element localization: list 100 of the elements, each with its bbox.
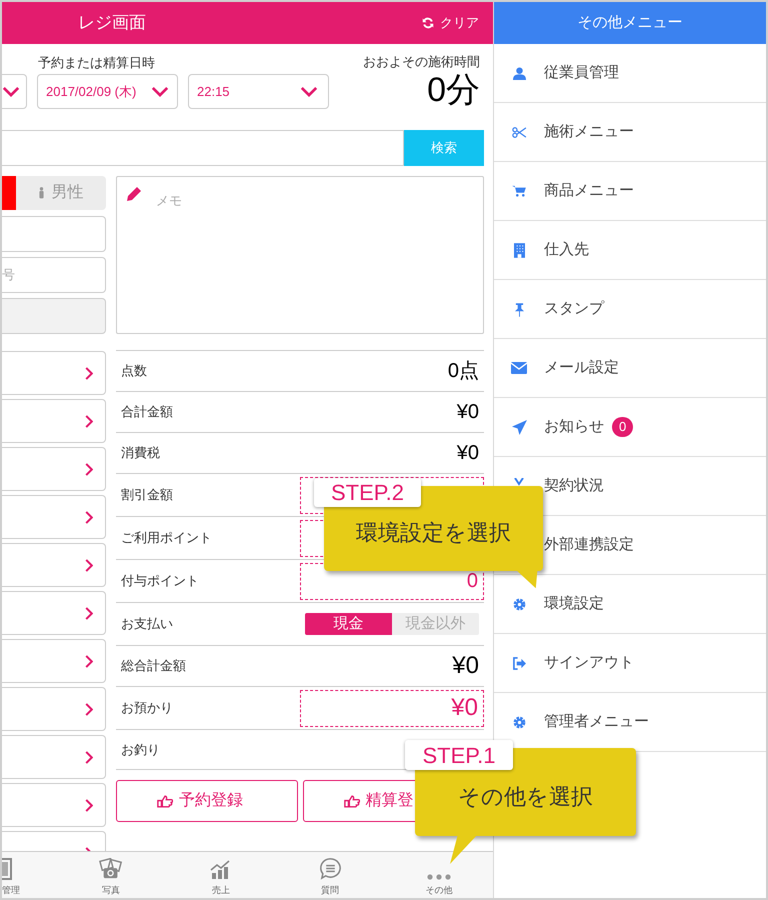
list-row[interactable] [2, 639, 106, 683]
chevron-right-icon [85, 558, 93, 572]
tablet-icon [2, 858, 14, 880]
menu-item-label: 仕入先 [544, 240, 589, 260]
summary-label: 点数 [121, 362, 147, 380]
chevron-right-icon [85, 462, 93, 476]
menu-title: その他メニュー [578, 12, 682, 33]
tab-bar-item[interactable]: 質問 [262, 852, 398, 898]
list-row[interactable] [2, 495, 106, 539]
dropdown-field[interactable] [2, 74, 27, 109]
input-field[interactable] [2, 216, 106, 252]
summary-label: 合計金額 [121, 403, 173, 422]
menu-item[interactable]: お知らせ 0 [494, 398, 766, 457]
summary-value: ¥0 [456, 441, 480, 466]
menu-item-label: 外部連携設定 [544, 534, 634, 555]
menu-item[interactable]: メール設定 [494, 339, 766, 398]
summary-label: 付与ポイント [121, 572, 199, 590]
window-title: レジ画面 [78, 12, 146, 34]
menu-item-label: 契約状況 [544, 476, 604, 496]
refresh-icon [422, 17, 434, 29]
chevron-right-icon [85, 606, 93, 620]
menu-item[interactable]: 従業員管理 [494, 44, 766, 103]
summary-value: ¥0 [456, 400, 480, 425]
date-label: 予約または精算日時 [38, 54, 156, 72]
sign-out-icon [512, 656, 526, 670]
list-row[interactable] [2, 687, 106, 731]
scissors-icon [512, 126, 526, 138]
menu-item-label: 商品メニュー [544, 180, 634, 201]
summary-label: お釣り [121, 740, 160, 759]
chevron-right-icon [85, 510, 93, 524]
step-tooltip: STEP.2 [314, 478, 421, 507]
menu-item-label: サインアウト [544, 652, 634, 673]
action-button[interactable]: 予約登録 [116, 780, 298, 822]
list-row[interactable] [2, 735, 106, 779]
menu-item[interactable]: 仕入先 [494, 221, 766, 280]
duration-label: おおよその施術時間 [363, 53, 480, 71]
cart-icon [512, 185, 526, 197]
tab-bar-item[interactable]: その他 [398, 852, 480, 898]
gear-icon [512, 598, 526, 610]
chevron-down-icon [151, 86, 169, 97]
list-row[interactable] [2, 351, 106, 395]
menu-item-label: 環境設定 [544, 594, 604, 614]
paper-plane-icon [512, 420, 526, 434]
search-field[interactable] [2, 130, 404, 166]
chevron-right-icon [85, 750, 93, 764]
time-dropdown[interactable]: 22:15 [188, 74, 329, 109]
list-row[interactable] [2, 447, 106, 491]
menu-item[interactable]: サインアウト [494, 634, 766, 693]
list-row[interactable] [2, 399, 106, 443]
menu-item-label: 施術メニュー [544, 122, 634, 142]
building-icon [514, 242, 524, 258]
duration-value: 0分 [427, 71, 480, 109]
chevron-down-icon [300, 86, 318, 97]
chevron-right-icon [85, 414, 93, 428]
chat-icon [318, 857, 342, 880]
envelope-icon [511, 362, 527, 374]
list-row[interactable] [2, 543, 106, 587]
amount-field[interactable]: ¥0 [300, 690, 484, 726]
chevron-right-icon [85, 654, 93, 668]
list-row[interactable] [2, 591, 106, 635]
menu-item-label: 従業員管理 [544, 62, 619, 83]
chevron-right-icon [85, 798, 93, 812]
tab-bar-item[interactable]: 売上 [180, 852, 262, 898]
gender-option[interactable] [2, 176, 16, 210]
more-icon [427, 874, 451, 880]
menu-item[interactable]: 商品メニュー [494, 162, 766, 221]
menu-item-label: スタンプ [544, 298, 604, 319]
summary-label: お支払い [121, 615, 173, 634]
gear-icon [512, 716, 526, 728]
menu-item[interactable]: 施術メニュー [494, 103, 766, 162]
date-dropdown[interactable]: 2017/02/09 (木) [37, 74, 178, 109]
thumbs-up-icon [344, 794, 360, 808]
tab-bar-item[interactable]: 管理 [2, 852, 42, 898]
chevron-down-icon [2, 86, 20, 97]
pencil-icon [126, 186, 142, 202]
menu-item-label: メール設定 [544, 358, 619, 378]
clear-button[interactable]: クリア [422, 13, 479, 33]
summary-value: ¥0 [452, 651, 480, 681]
pushpin-icon [514, 302, 524, 316]
step-tooltip: STEP.1 [405, 740, 513, 770]
camera-icon [99, 858, 123, 880]
summary-label: 消費税 [121, 444, 160, 462]
chevron-right-icon [85, 366, 93, 380]
summary-label: お預かり [121, 699, 173, 718]
chevron-right-icon [85, 702, 93, 716]
summary-value: 0点 [448, 359, 480, 384]
list-row[interactable] [2, 783, 106, 827]
payment-option[interactable]: 現金 [305, 613, 392, 635]
tab-bar-item[interactable]: 写真 [42, 852, 180, 898]
input-field[interactable] [2, 298, 106, 334]
summary-label: ご利用ポイント [121, 529, 212, 548]
thumbs-up-icon [157, 794, 173, 808]
count-badge: 0 [612, 417, 634, 437]
summary-label: 総合計金額 [121, 657, 186, 676]
menu-item[interactable]: スタンプ [494, 280, 766, 339]
person-icon [38, 187, 44, 199]
summary-label: 割引金額 [121, 486, 173, 504]
menu-item-label: 管理者メニュー [544, 712, 649, 732]
menu-item-label: お知らせ [544, 416, 604, 437]
user-icon [512, 66, 526, 80]
